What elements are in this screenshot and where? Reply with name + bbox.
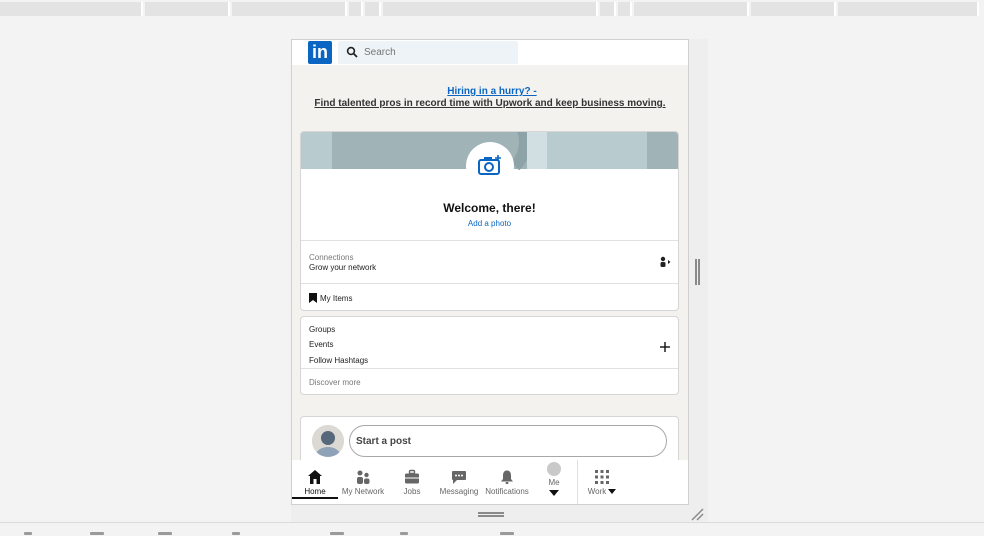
search-box[interactable] — [338, 41, 518, 64]
nav-messaging[interactable]: Messaging — [436, 460, 482, 504]
nav-notifications-label: Notifications — [485, 487, 529, 496]
search-icon — [346, 46, 358, 58]
nav-work[interactable]: Work — [582, 460, 622, 504]
top-bar-segment — [634, 2, 749, 16]
plus-icon[interactable] — [659, 341, 671, 353]
nav-home[interactable]: Home — [292, 460, 338, 504]
nav-work-label-wrap: Work — [582, 487, 622, 496]
follow-hashtags-link[interactable]: Follow Hashtags — [309, 356, 368, 365]
bell-icon — [501, 470, 513, 484]
corner-resize-grip-icon[interactable] — [690, 507, 704, 521]
top-bar-segment — [0, 2, 143, 16]
banner-stripe — [547, 132, 647, 169]
people-icon — [357, 470, 370, 484]
chevron-down-icon — [549, 490, 559, 496]
status-text-fragment — [232, 532, 240, 535]
discover-more-link[interactable]: Discover more — [309, 378, 361, 387]
welcome-heading: Welcome, there! — [443, 201, 536, 215]
my-items-label: My Items — [320, 293, 353, 303]
caret-down-icon — [608, 489, 617, 495]
nav-home-label: Home — [304, 487, 326, 496]
avatar[interactable] — [312, 425, 344, 457]
status-text-fragment — [500, 532, 514, 535]
events-link[interactable]: Events — [309, 340, 333, 349]
browser-top-bar — [0, 0, 984, 18]
divider — [301, 240, 678, 241]
top-bar-segment — [383, 2, 598, 16]
nav-me-label: Me — [548, 478, 560, 487]
my-items-link[interactable]: My Items — [309, 293, 352, 303]
browser-status-bar — [0, 522, 984, 536]
grid-apps-icon — [595, 470, 609, 484]
horizontal-resize-handle[interactable] — [695, 259, 700, 285]
groups-link[interactable]: Groups — [309, 325, 335, 334]
linkedin-logo[interactable]: in — [308, 41, 332, 64]
bottom-navigation: Home My Network Jobs Messaging Notificat… — [292, 460, 688, 504]
banner-stripe — [301, 132, 332, 169]
ad-body-link[interactable]: Find talented pros in record time with U… — [292, 98, 688, 109]
status-text-fragment — [330, 532, 344, 535]
nav-notifications[interactable]: Notifications — [484, 460, 530, 504]
status-text-fragment — [400, 532, 408, 535]
messaging-icon — [452, 471, 466, 484]
top-bar-segment — [232, 2, 347, 16]
status-text-fragment — [90, 532, 104, 535]
add-photo-link[interactable]: Add a photo — [301, 219, 678, 228]
profile-card: Welcome, there! Add a photo Connections … — [300, 131, 679, 311]
bookmark-icon — [309, 293, 317, 303]
top-bar-segment — [838, 2, 979, 16]
divider — [301, 283, 678, 284]
top-bar-segment — [349, 2, 363, 16]
nav-my-network-label: My Network — [341, 487, 385, 496]
briefcase-icon — [405, 469, 419, 484]
nav-jobs[interactable]: Jobs — [390, 460, 434, 504]
nav-work-label: Work — [587, 487, 607, 496]
ad-banner[interactable]: Hiring in a hurry? - Find talented pros … — [292, 86, 688, 109]
mobile-viewport: in Hiring in a hurry? - Find talented pr… — [291, 39, 689, 505]
home-icon — [308, 470, 322, 484]
status-text-fragment — [158, 532, 172, 535]
search-input[interactable] — [364, 44, 514, 61]
ad-headline-link[interactable]: Hiring in a hurry? - — [296, 86, 688, 97]
person-silhouette-icon — [312, 425, 344, 457]
vertical-resize-handle[interactable] — [478, 512, 504, 517]
groups-events-card: Groups Events Follow Hashtags Discover m… — [300, 316, 679, 395]
nav-separator — [577, 460, 578, 504]
grow-network-link[interactable]: Grow your network — [309, 263, 376, 272]
add-profile-photo-button[interactable] — [466, 142, 514, 190]
start-post-button[interactable]: Start a post — [349, 425, 667, 457]
top-bar-segment — [145, 2, 230, 16]
top-bar-segment — [751, 2, 836, 16]
connections-label[interactable]: Connections — [309, 253, 353, 262]
nav-jobs-label: Jobs — [403, 487, 421, 496]
banner-stripe — [527, 132, 547, 169]
status-text-fragment — [24, 532, 32, 535]
divider — [301, 368, 678, 369]
nav-my-network[interactable]: My Network — [340, 460, 386, 504]
top-bar-segment — [600, 2, 616, 16]
top-bar-segment — [365, 2, 381, 16]
add-connection-icon[interactable] — [659, 256, 671, 268]
nav-messaging-label: Messaging — [439, 487, 479, 496]
camera-plus-icon — [478, 155, 501, 175]
nav-me[interactable]: Me — [534, 460, 574, 504]
app-header: in — [292, 40, 688, 65]
me-avatar — [547, 462, 561, 476]
top-bar-segment — [618, 2, 632, 16]
